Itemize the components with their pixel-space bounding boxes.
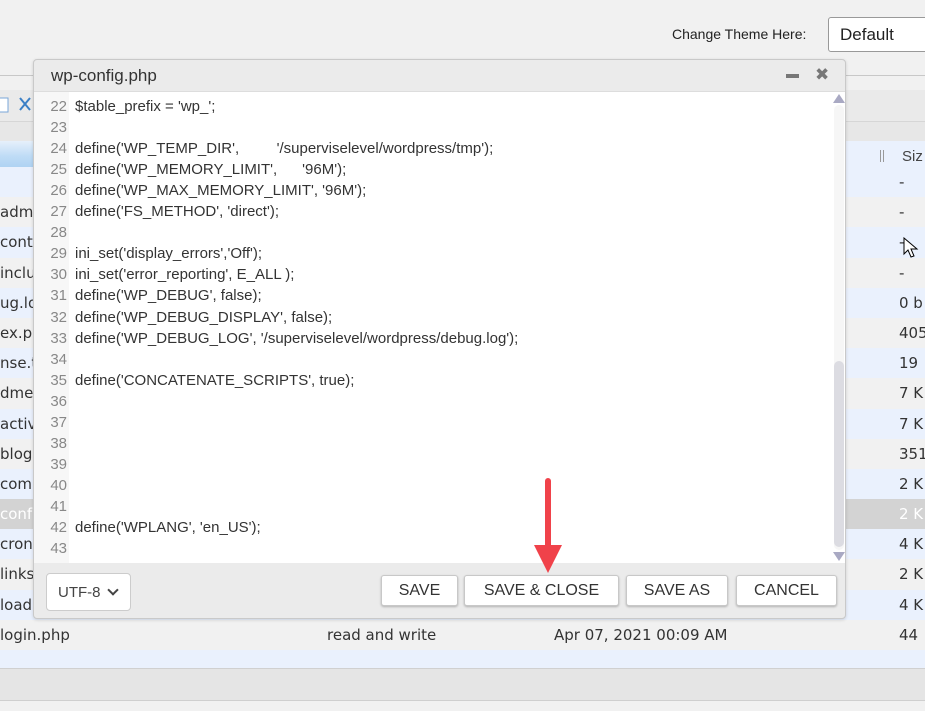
line-number: 35 [50,371,67,389]
code-text: define('FS_METHOD', 'direct'); [75,203,280,221]
file-name: inclu [0,263,36,282]
file-name: adm [0,203,34,222]
file-name: conf [0,505,33,524]
code-text: ini_set('error_reporting', E_ALL ); [75,266,295,284]
line-number: 36 [50,392,67,410]
code-text: define('WP_TEMP_DIR', '/superviselevel/w… [75,140,494,158]
file-name: activ [0,414,37,433]
scroll-thumb[interactable] [834,360,844,548]
code-text: define('WP_DEBUG', false); [75,287,262,305]
file-size: - [899,263,905,282]
line-number: 42 [50,519,67,536]
line-number: 27 [50,203,67,221]
file-name: nse.t [0,354,38,373]
column-resize-grip[interactable] [880,150,884,162]
file-size: 19 [899,354,919,373]
status-bar [0,668,925,701]
theme-select[interactable]: Default [828,17,925,52]
scroll-up-icon[interactable] [833,94,845,103]
line-number: 30 [50,266,67,284]
file-size: - [899,173,905,191]
file-name: com [0,474,33,493]
cut-icon[interactable] [18,96,32,114]
line-number: 34 [50,350,67,368]
code-text: define('WPLANG', 'en_US'); [75,519,261,536]
save-as-button[interactable]: SAVE AS [626,575,728,606]
code-text: $table_prefix = 'wp_'; [75,98,216,115]
code-editor[interactable]: 22 $table_prefix = 'wp_'; 23 24 define('WP_T… [34,91,845,563]
code-text: define('WP_DEBUG_DISPLAY', false); [75,308,333,326]
line-number: 23 [50,119,67,137]
file-name: ug.lo [0,293,38,312]
code-text: ini_set('display_errors','Off'); [75,245,263,263]
code-text: define('CONCATENATE_SCRIPTS', true); [75,371,355,389]
file-size: 2 K [899,505,924,524]
file-name: load [0,595,33,614]
file-size: - [899,203,905,222]
theme-label: Change Theme Here: [672,26,807,42]
line-number: 28 [50,224,67,242]
line-number: 24 [50,140,67,158]
line-number: 26 [50,182,67,200]
code-text: define('WP_MAX_MEMORY_LIMIT', '96M'); [75,182,367,200]
dialog-title: wp-config.php [51,66,157,85]
file-size: 7 K [899,414,924,433]
file-size: 7 K [899,384,924,403]
file-size: 2 K [899,474,924,493]
file-size: 0 b [899,293,923,312]
size-column-header[interactable]: Siz [902,148,923,165]
line-number: 25 [50,161,67,179]
chevron-down-icon [107,584,119,596]
save-button[interactable]: SAVE [381,575,458,606]
line-number: 43 [50,540,67,558]
scroll-down-icon[interactable] [833,552,845,561]
file-date: Apr 07, 2021 00:09 AM [554,625,728,644]
line-number: 40 [50,476,67,494]
cancel-button[interactable]: CANCEL [736,575,837,606]
file-size: 2 K [899,565,924,584]
file-name: links [0,565,35,584]
file-name: login.php [0,625,70,644]
file-size: 351 [899,444,925,463]
encoding-select[interactable]: UTF-8 [46,573,131,611]
line-number: 33 [50,329,67,347]
file-name: cron [0,535,33,554]
line-number: 29 [50,245,67,263]
code-text: define('WP_DEBUG_LOG', '/superviselevel/… [75,329,519,347]
editor-scrollbar[interactable] [833,92,845,563]
minimize-icon[interactable] [786,74,799,78]
code-text: define('WP_MEMORY_LIMIT', '96M'); [75,161,347,179]
editor-dialog: wp-config.php ✖ 22 $table_prefix = 'wp_';… [33,59,846,619]
line-number: 38 [50,434,67,452]
line-number: 39 [50,455,67,473]
file-size: 44 [899,625,919,644]
line-number: 22 [50,98,67,115]
save-and-close-button[interactable]: SAVE & CLOSE [464,575,619,606]
line-number: 31 [50,287,67,305]
file-name: blog [0,444,33,463]
file-row[interactable]: login.php read and write Apr 07, 2021 00:0… [0,620,925,650]
line-number: 41 [50,497,67,515]
file-name: cont [0,233,33,252]
file-perm: read and write [327,625,437,644]
encoding-value: UTF-8 [58,584,101,601]
footer-strip [0,701,925,711]
line-number: 32 [50,308,67,326]
close-icon[interactable]: ✖ [815,66,829,84]
file-size: - [899,233,905,252]
file-size: 4 K [899,595,924,614]
file-size: 405 [899,323,925,342]
file-size: 4 K [899,535,924,554]
new-file-icon[interactable] [0,96,14,114]
line-number: 37 [50,413,67,431]
file-manager-screen: Change Theme Here: Default Siz - adm - cont… [0,0,925,711]
